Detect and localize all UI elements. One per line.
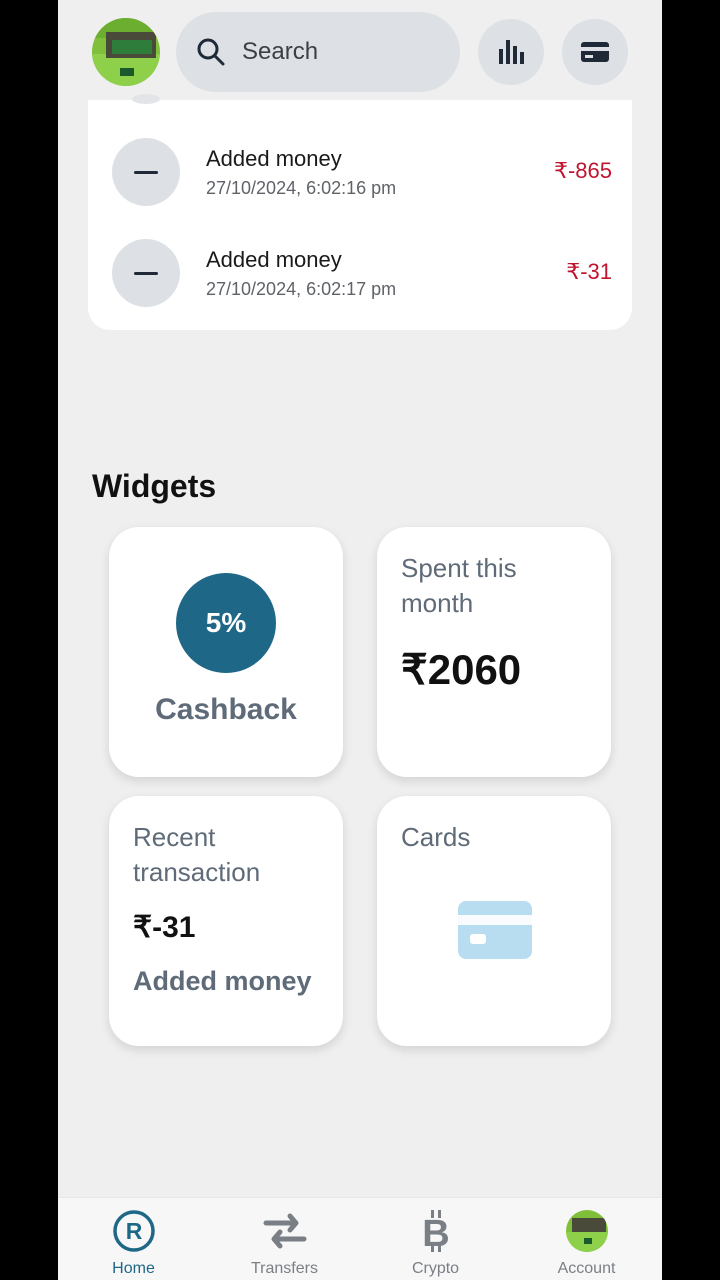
list-item-peek <box>132 94 160 104</box>
svg-text:R: R <box>126 1218 143 1244</box>
transaction-row[interactable]: Added money 27/10/2024, 6:02:16 pm ₹-865 <box>112 138 612 208</box>
home-r-icon: R <box>111 1208 157 1254</box>
nav-home[interactable]: R Home <box>58 1198 209 1280</box>
transaction-title: Added money <box>206 247 342 272</box>
transaction-amount: ₹-31 <box>566 259 612 284</box>
cashback-widget[interactable]: 5% Cashback <box>109 527 343 777</box>
cards-heading: Cards <box>401 822 471 852</box>
transaction-row[interactable]: Added money 27/10/2024, 6:02:17 pm ₹-31 <box>112 239 612 309</box>
recent-heading: Recent transaction <box>133 822 261 887</box>
spent-heading: Spent this month <box>401 553 517 618</box>
transactions-card: Added money 27/10/2024, 6:02:16 pm ₹-865… <box>88 94 632 330</box>
nav-crypto[interactable]: B Crypto <box>360 1198 511 1280</box>
svg-text:B: B <box>422 1213 449 1254</box>
nav-home-label: Home <box>112 1260 155 1277</box>
transfer-arrows-icon <box>262 1208 308 1254</box>
spent-amount: ₹2060 <box>401 646 522 693</box>
nav-crypto-label: Crypto <box>411 1260 460 1277</box>
search-bar[interactable]: Search <box>176 12 460 92</box>
minus-icon <box>112 138 180 206</box>
account-avatar <box>564 1208 610 1254</box>
bitcoin-icon: B <box>413 1208 459 1254</box>
transaction-date: 27/10/2024, 6:02:16 pm <box>206 178 397 198</box>
nav-transfers[interactable]: Transfers <box>209 1198 360 1280</box>
transaction-amount: ₹-865 <box>553 158 612 183</box>
transaction-date: 27/10/2024, 6:02:17 pm <box>206 279 397 299</box>
transaction-title: Added money <box>206 146 342 171</box>
recent-transaction-widget[interactable]: Recent transaction ₹-31 Added money <box>109 796 343 1046</box>
search-icon <box>197 38 225 66</box>
cashback-label: Cashback <box>155 693 297 726</box>
credit-card-icon <box>581 42 609 62</box>
recent-amount: ₹-31 <box>133 911 196 944</box>
cards-widget[interactable]: Cards <box>377 796 611 1046</box>
spent-widget[interactable]: Spent this month ₹2060 <box>377 527 611 777</box>
nav-account[interactable]: Account <box>511 1198 662 1280</box>
cashback-percent: 5% <box>176 573 276 673</box>
minus-icon <box>112 239 180 307</box>
credit-card-icon <box>458 901 532 959</box>
recent-label: Added money <box>133 966 312 996</box>
bar-chart-icon <box>499 40 524 64</box>
bottom-navigation: R Home Transfers B Crypto Account <box>58 1197 662 1280</box>
search-placeholder: Search <box>242 38 319 65</box>
analytics-button[interactable] <box>478 19 544 85</box>
cards-button[interactable] <box>562 19 628 85</box>
app-screen: Search Added money 27/10/2024, 6:02:16 p… <box>58 0 662 1280</box>
nav-transfers-label: Transfers <box>251 1260 318 1277</box>
profile-avatar[interactable] <box>92 18 160 86</box>
nav-account-label: Account <box>557 1260 616 1277</box>
widgets-heading: Widgets <box>92 468 217 504</box>
